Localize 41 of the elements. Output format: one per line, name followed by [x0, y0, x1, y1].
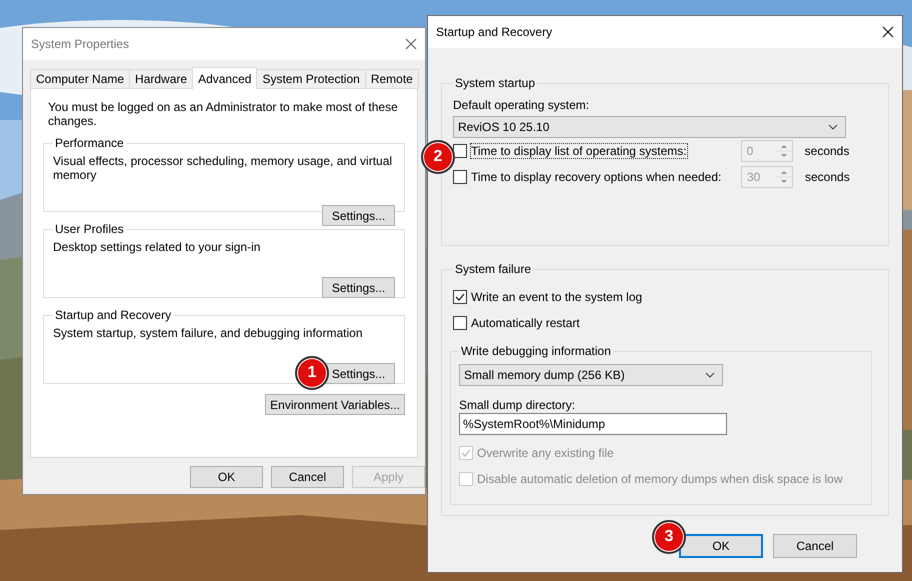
- notice-text: You must be logged on as an Administrator to make most of these changes.: [48, 100, 399, 128]
- unit-label: seconds: [805, 170, 850, 184]
- group-title: Startup and Recovery: [54, 308, 172, 322]
- environment-variables-button[interactable]: Environment Variables...: [265, 394, 405, 415]
- tab[interactable]: Advanced: [192, 67, 258, 89]
- checkbox[interactable]: [453, 170, 467, 184]
- caret-icon: [828, 124, 838, 130]
- settings-button[interactable]: Settings...: [322, 277, 395, 298]
- checkbox-label[interactable]: Automatically restart: [471, 316, 580, 330]
- checkbox[interactable]: [453, 316, 467, 330]
- checkbox-label[interactable]: Time to display list of operating systems:: [471, 144, 687, 158]
- checkbox-label[interactable]: Time to display recovery options when needed:: [471, 170, 741, 184]
- dialog-button[interactable]: Cancel: [773, 534, 857, 558]
- group-description: System startup, system failure, and debugging information: [53, 326, 364, 340]
- window-title: System Properties: [31, 37, 130, 51]
- settings-button[interactable]: Settings...: [322, 205, 395, 226]
- group-title: System failure: [454, 262, 532, 276]
- dump-type-dropdown[interactable]: Small memory dump (256 KB): [459, 364, 723, 386]
- group-title: Performance: [54, 136, 125, 150]
- dialog-button[interactable]: OK: [190, 466, 263, 488]
- window-title: Startup and Recovery: [436, 25, 552, 39]
- checkbox[interactable]: [453, 144, 467, 158]
- checkbox[interactable]: [453, 290, 467, 304]
- field-label: Default operating system:: [453, 98, 590, 112]
- os-dropdown[interactable]: ReviOS 10 25.10: [453, 116, 846, 138]
- tab[interactable]: Computer Name: [30, 69, 130, 88]
- group-title: User Profiles: [54, 222, 125, 236]
- group-title: Write debugging information: [460, 344, 612, 358]
- directory-field[interactable]: %SystemRoot%\Minidump: [459, 413, 727, 435]
- tab[interactable]: System Protection: [256, 69, 366, 88]
- checkbox-label[interactable]: Write an event to the system log: [471, 290, 642, 304]
- close-icon[interactable]: [882, 26, 894, 38]
- tab[interactable]: Remote: [364, 69, 419, 88]
- dialog-button[interactable]: OK: [679, 534, 763, 558]
- caret-icon: [705, 372, 715, 378]
- group-description: Desktop settings related to your sign-in: [53, 240, 262, 254]
- field-label: Small dump directory:: [459, 398, 576, 412]
- dialog-button[interactable]: Cancel: [271, 466, 344, 488]
- group-title: System startup: [454, 76, 536, 90]
- group-description: Visual effects, processor scheduling, memory usage, and virtual memory: [53, 154, 394, 182]
- unit-label: seconds: [804, 144, 850, 158]
